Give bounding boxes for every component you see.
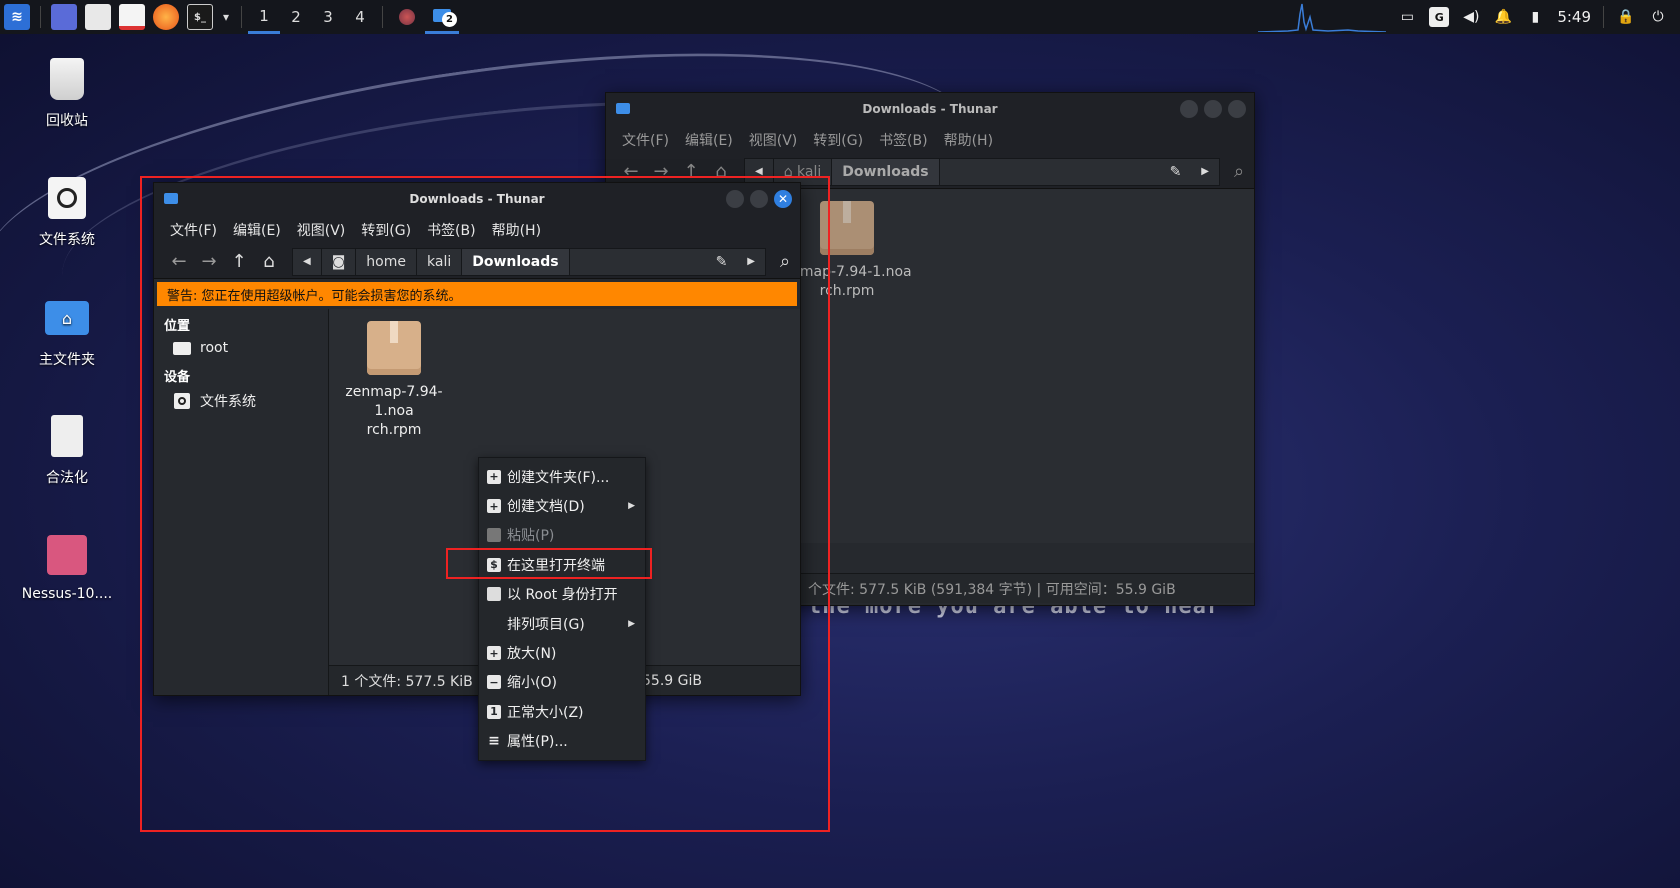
- document-icon: [44, 413, 90, 459]
- clipboard-icon[interactable]: G: [1429, 7, 1450, 27]
- menu-help[interactable]: 帮助(H): [944, 130, 993, 150]
- logout-icon[interactable]: ⏻: [1648, 7, 1668, 27]
- lock-icon[interactable]: 🔒: [1616, 7, 1636, 27]
- kali-menu-icon[interactable]: ≋: [4, 4, 30, 30]
- file-manager-icon[interactable]: [85, 4, 111, 30]
- desktop-icon-home[interactable]: ⌂ 主文件夹: [12, 295, 122, 369]
- menu-file[interactable]: 文件(F): [622, 130, 669, 150]
- maximize-button[interactable]: [1204, 100, 1222, 118]
- window-count-badge: 2: [442, 12, 458, 27]
- desktop-icon[interactable]: [51, 4, 77, 30]
- desktop-icon-label: 回收站: [46, 113, 88, 129]
- drive-icon: [44, 175, 90, 221]
- breadcrumb-downloads[interactable]: Downloads: [832, 158, 940, 185]
- firefox-icon[interactable]: [153, 4, 179, 30]
- status-text: 个文件: 577.5 KiB (591,384 字节) | 可用空间：55.9 …: [808, 581, 1176, 598]
- window-title: Downloads - Thunar: [862, 102, 998, 116]
- window-titlebar[interactable]: Downloads - Thunar: [606, 93, 1254, 125]
- breadcrumb-right-icon[interactable]: ▶: [1191, 159, 1219, 185]
- edit-path-icon[interactable]: ✎: [1160, 159, 1192, 185]
- desktop-icon-label: 文件系统: [39, 232, 95, 248]
- taskbar: ≋ $_ ▾ 1 2 3 4 2 ▭ G ◀) 🔔 ▮ 5:49 🔒 ⏻: [0, 0, 1680, 34]
- volume-icon[interactable]: ◀): [1461, 7, 1481, 27]
- search-icon[interactable]: ⌕: [1224, 157, 1254, 187]
- window-button-firefox-icon[interactable]: [399, 9, 416, 25]
- dragon-glyph: ≋: [11, 9, 23, 25]
- menu-edit[interactable]: 编辑(E): [685, 130, 733, 150]
- annotation-box-menu-item: [446, 548, 652, 579]
- trash-icon: [44, 56, 90, 102]
- minimize-button[interactable]: [1180, 100, 1198, 118]
- desktop-icon-filesystem[interactable]: 文件系统: [12, 175, 122, 249]
- system-tray: ▭ G ◀) 🔔 ▮ 5:49 🔒 ⏻: [1397, 0, 1680, 34]
- window-button-thunar[interactable]: 2: [425, 0, 460, 34]
- menu-view[interactable]: 视图(V): [749, 130, 798, 150]
- taskbar-separator: [241, 6, 243, 28]
- menu-go[interactable]: 转到(G): [813, 130, 863, 150]
- chevron-down-icon[interactable]: ▾: [223, 10, 229, 24]
- battery-icon[interactable]: ▮: [1525, 7, 1545, 27]
- folder-icon: [616, 103, 630, 114]
- package-icon: [44, 532, 90, 578]
- terminal-icon[interactable]: $_: [187, 4, 213, 30]
- display-icon[interactable]: ▭: [1397, 7, 1417, 27]
- text-editor-icon[interactable]: [119, 4, 145, 30]
- workspace-2-button[interactable]: 2: [280, 0, 312, 34]
- taskbar-separator: [1603, 6, 1604, 28]
- desktop-icon-nessus[interactable]: Nessus-10....: [12, 532, 122, 602]
- home-folder-icon: ⌂: [44, 295, 90, 341]
- close-button[interactable]: [1228, 100, 1246, 118]
- workspace-3-button[interactable]: 3: [312, 0, 344, 34]
- network-activity-chart: [1257, 3, 1387, 33]
- workspace-1-button[interactable]: 1: [248, 0, 281, 34]
- terminal-glyph: $_: [194, 11, 206, 23]
- network-graph: [1257, 2, 1387, 33]
- desktop-icon-trash[interactable]: 回收站: [12, 56, 122, 130]
- desktop-icon-label: Nessus-10....: [21, 586, 113, 602]
- desktop-icon-label: 主文件夹: [39, 352, 95, 368]
- notification-bell-icon[interactable]: 🔔: [1493, 7, 1513, 27]
- desktop-icon-label: 合法化: [46, 470, 88, 486]
- annotation-box-window: [140, 176, 830, 832]
- menubar: 文件(F) 编辑(E) 视图(V) 转到(G) 书签(B) 帮助(H): [606, 125, 1254, 155]
- desktop-icon-document[interactable]: 合法化: [12, 413, 122, 487]
- menu-bookmarks[interactable]: 书签(B): [879, 130, 928, 150]
- taskbar-separator: [382, 6, 384, 28]
- clock[interactable]: 5:49: [1557, 8, 1591, 26]
- workspace-4-button[interactable]: 4: [344, 0, 376, 34]
- taskbar-separator: [40, 6, 41, 28]
